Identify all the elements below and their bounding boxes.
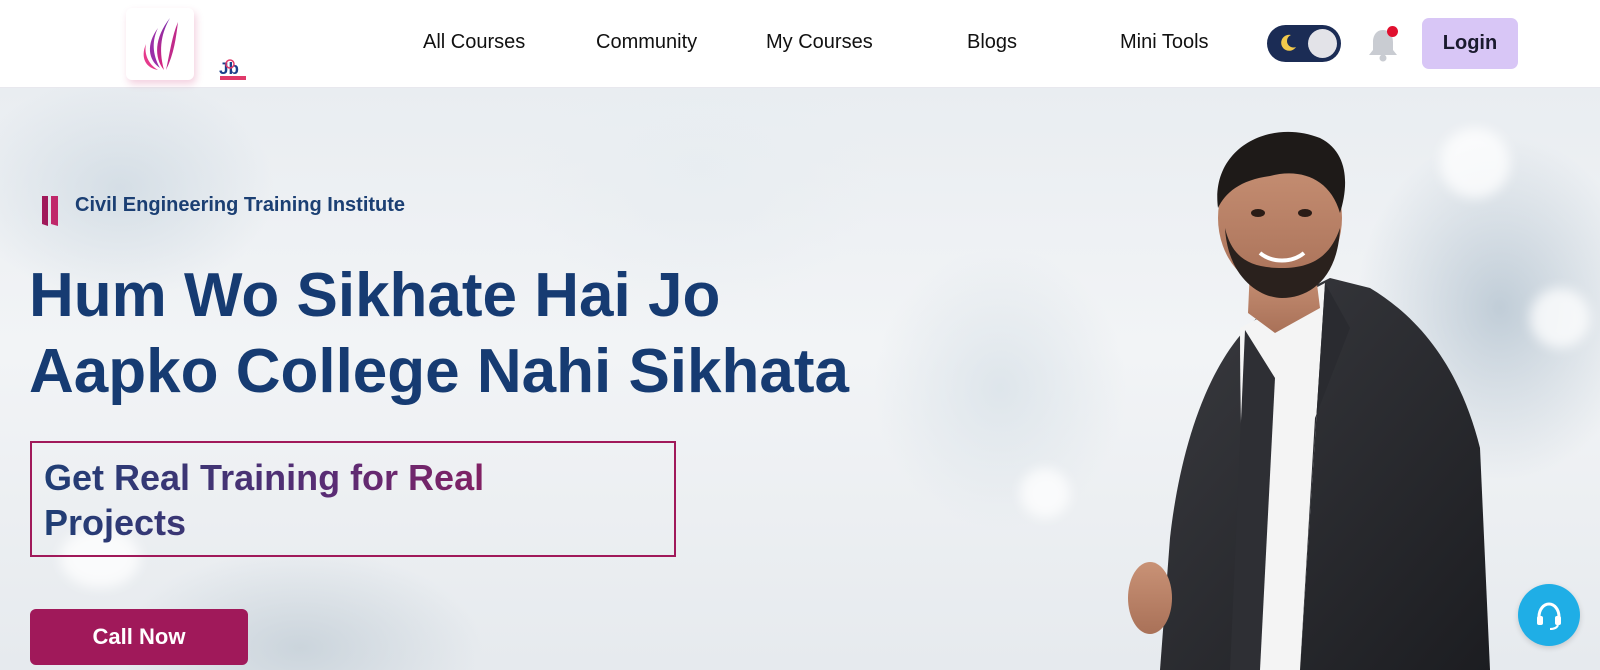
job-builder-logo-icon: Jb (219, 59, 246, 80)
call-now-button[interactable]: Call Now (30, 609, 248, 665)
feather-logo-icon (143, 18, 178, 70)
headline-line-1: Hum Wo Sikhate Hai Jo (29, 261, 721, 330)
bokeh-light (1020, 468, 1070, 518)
headline-line-2: Aapko College Nahi Sikhata (29, 337, 849, 406)
tag-accent-icon (42, 196, 58, 226)
brand-logo[interactable] (126, 8, 194, 80)
nav-mini-tools[interactable]: Mini Tools (1120, 31, 1209, 54)
instructor-photo (1128, 131, 1490, 670)
theme-toggle[interactable] (1267, 25, 1341, 62)
hero-subheading: Get Real Training for Real Projects (44, 455, 524, 545)
hero-tagline: Civil Engineering Training Institute (75, 194, 406, 216)
hero-subheading-box: Get Real Training for Real Projects (30, 441, 676, 557)
login-button[interactable]: Login (1422, 18, 1518, 69)
hero-headline: Hum Wo Sikhate Hai Jo Aapko College Nahi… (29, 258, 909, 410)
support-chat-button[interactable] (1518, 584, 1580, 646)
nav-my-courses[interactable]: My Courses (766, 31, 873, 54)
bokeh-light (1530, 288, 1590, 348)
nav-all-courses[interactable]: All Courses (423, 31, 525, 54)
headset-icon (1537, 602, 1561, 630)
moon-icon (1281, 34, 1296, 51)
nav-community[interactable]: Community (596, 31, 697, 54)
notification-dot (1387, 26, 1398, 37)
hero-section: Civil Engineering Training Institute Hum… (0, 88, 1600, 670)
nav-blogs[interactable]: Blogs (967, 31, 1017, 54)
notification-button[interactable] (1366, 24, 1400, 64)
top-navbar: Jb All Courses Community My Courses Blog… (0, 0, 1600, 88)
toggle-knob (1308, 29, 1337, 58)
